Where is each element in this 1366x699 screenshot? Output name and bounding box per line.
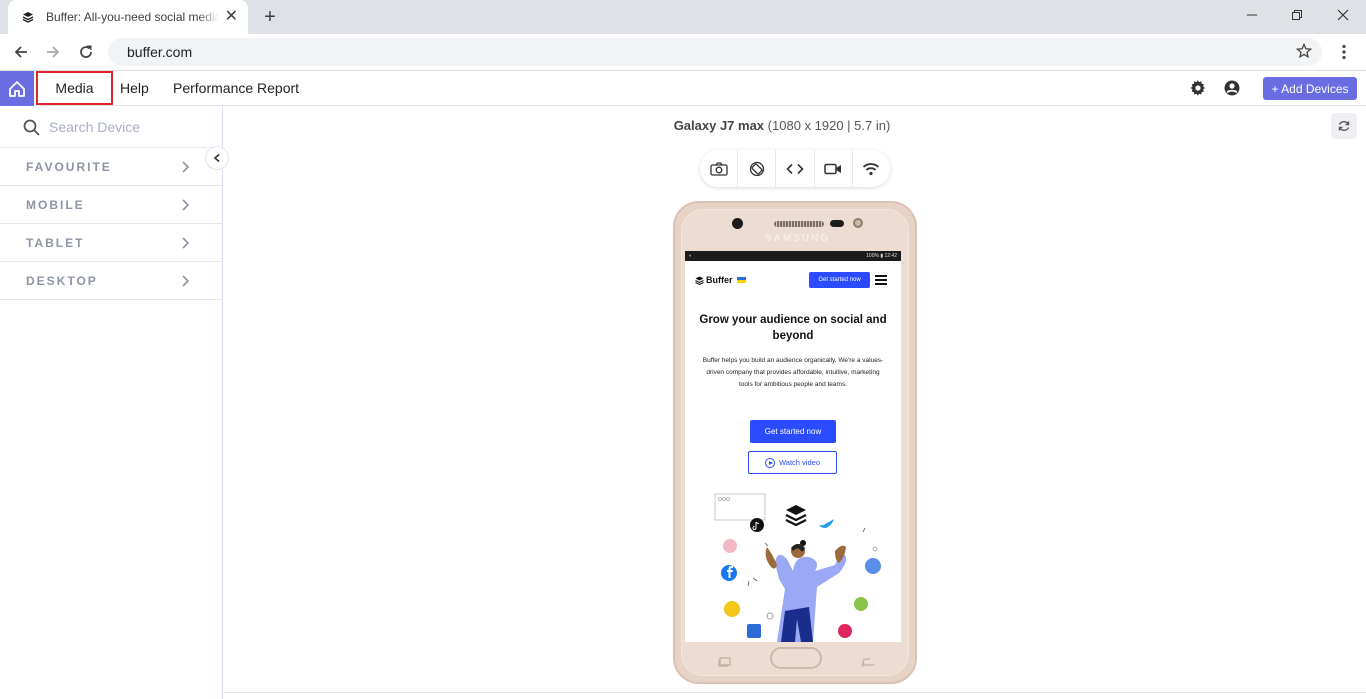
nav-help[interactable]: Help xyxy=(120,71,149,105)
category-favourite[interactable]: FAVOURITE xyxy=(0,148,222,186)
play-icon xyxy=(765,457,775,468)
new-tab-button[interactable]: + xyxy=(258,5,282,29)
reload-icon[interactable] xyxy=(73,39,99,65)
account-icon[interactable] xyxy=(1223,79,1241,97)
tab-close-icon[interactable]: ✕ xyxy=(225,9,238,25)
category-label: DESKTOP xyxy=(26,274,98,288)
hamburger-menu-icon[interactable] xyxy=(875,275,887,287)
restore-button[interactable] xyxy=(1274,0,1320,30)
category-mobile[interactable]: MOBILE xyxy=(0,186,222,224)
address-bar[interactable]: buffer.com xyxy=(108,38,1322,66)
network-wifi-icon[interactable] xyxy=(853,150,890,187)
chevron-right-icon xyxy=(180,236,190,255)
close-window-button[interactable] xyxy=(1320,0,1366,30)
proximity-sensor xyxy=(830,220,844,227)
minimize-button[interactable] xyxy=(1229,0,1275,30)
screenshot-camera-icon[interactable] xyxy=(700,150,739,187)
add-devices-button[interactable]: + Add Devices xyxy=(1263,77,1357,100)
site-headline: Grow your audience on social and beyond xyxy=(699,314,887,342)
device-sidebar: FAVOURITE MOBILE TABLET DESKTOP xyxy=(0,106,223,699)
social-juggler-illustration xyxy=(714,493,881,642)
chevron-left-icon xyxy=(213,153,220,163)
chevron-right-icon xyxy=(180,160,190,179)
category-label: MOBILE xyxy=(26,198,85,212)
back-key-icon[interactable] xyxy=(861,654,875,672)
device-brand: SAMSUNG xyxy=(765,233,831,244)
category-tablet[interactable]: TABLET xyxy=(0,224,222,262)
browser-tabstrip: Buffer: All-you-need social media ✕ + xyxy=(0,0,1366,34)
app-header: Media Help Performance Report + Add Devi… xyxy=(0,71,1366,106)
browser-toolbar: buffer.com xyxy=(0,34,1366,71)
ukraine-flag-icon xyxy=(736,277,746,283)
site-get-started-top-button[interactable]: Get started now xyxy=(809,272,870,288)
refresh-icon xyxy=(1338,121,1350,131)
status-right: 100% ▮ 12:42 xyxy=(866,253,897,259)
browser-menu-icon[interactable] xyxy=(1334,42,1354,62)
front-camera xyxy=(732,218,743,229)
home-button[interactable] xyxy=(0,71,34,106)
collapse-sidebar-button[interactable] xyxy=(205,146,229,170)
back-icon[interactable] xyxy=(8,39,34,65)
device-home-button[interactable] xyxy=(770,647,822,669)
earpiece-speaker xyxy=(774,221,824,227)
forward-icon[interactable] xyxy=(40,39,66,65)
search-device xyxy=(0,106,222,148)
category-label: FAVOURITE xyxy=(26,160,112,174)
device-name: Galaxy J7 max xyxy=(673,118,765,133)
flash-sensor xyxy=(853,218,863,228)
rotate-device-icon[interactable] xyxy=(738,150,777,187)
device-screen[interactable]: ◐ 100% ▮ 12:42 Buffer Get started now Gr… xyxy=(685,251,901,642)
nav-performance-report[interactable]: Performance Report xyxy=(173,71,299,105)
site-logo-text: Buffer xyxy=(706,275,733,285)
chevron-right-icon xyxy=(180,198,190,217)
url-text: buffer.com xyxy=(127,44,193,60)
nav-media[interactable]: Media xyxy=(36,71,113,105)
buffer-logo-icon xyxy=(695,276,704,285)
site-description: Buffer helps you build an audience organ… xyxy=(702,357,884,388)
search-icon xyxy=(23,119,40,141)
refresh-device-button[interactable] xyxy=(1331,113,1357,139)
tab-title: Buffer: All-you-need social media xyxy=(46,10,219,24)
device-toolbar xyxy=(700,150,890,187)
device-title: Galaxy J7 max (1080 x 1920 | 5.7 in) xyxy=(582,118,982,133)
device-specs: (1080 x 1920 | 5.7 in) xyxy=(767,118,891,133)
device-statusbar: ◐ 100% ▮ 12:42 xyxy=(685,251,901,261)
record-video-icon[interactable] xyxy=(815,150,853,187)
site-get-started-button[interactable]: Get started now xyxy=(750,420,836,443)
browser-tab[interactable]: Buffer: All-you-need social media ✕ xyxy=(8,0,248,34)
viewport-bottom-divider xyxy=(224,692,1366,693)
chevron-right-icon xyxy=(180,274,190,293)
home-icon xyxy=(9,80,25,97)
buffer-favicon-icon xyxy=(22,10,36,24)
code-icon[interactable] xyxy=(776,150,815,187)
recent-apps-icon[interactable] xyxy=(718,654,732,672)
settings-gear-icon[interactable] xyxy=(1189,79,1207,97)
category-desktop[interactable]: DESKTOP xyxy=(0,262,222,300)
site-logo[interactable]: Buffer xyxy=(695,275,746,285)
bookmark-star-icon[interactable] xyxy=(1295,42,1313,64)
site-watch-video-button[interactable]: Watch video xyxy=(748,451,837,474)
search-device-input[interactable] xyxy=(49,117,209,137)
category-label: TABLET xyxy=(26,236,85,250)
watch-video-label: Watch video xyxy=(779,458,820,467)
status-moon-icon: ◐ xyxy=(689,253,693,259)
